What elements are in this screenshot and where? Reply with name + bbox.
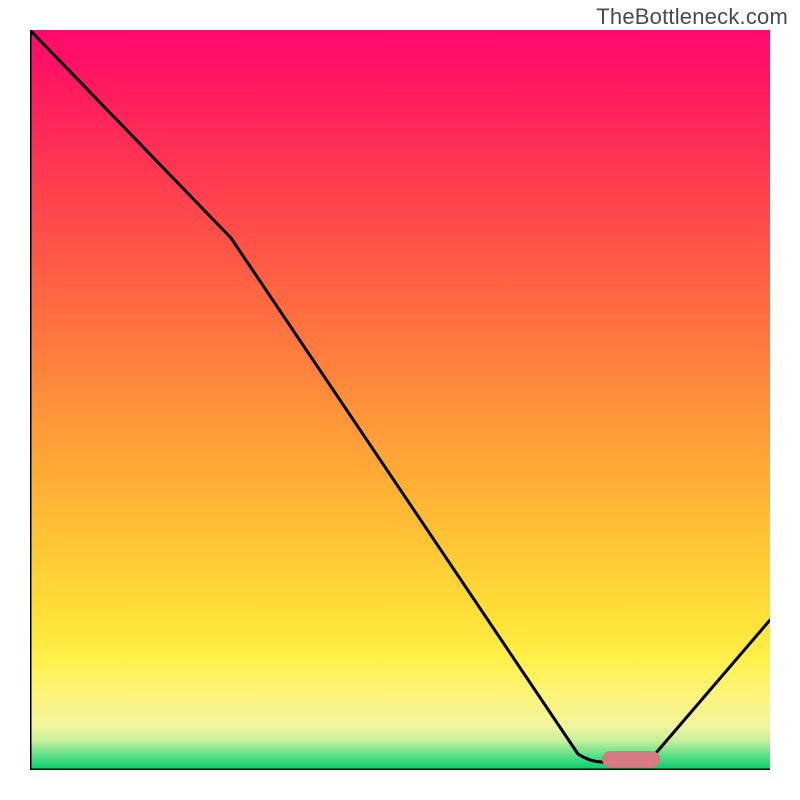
watermark-text: TheBottleneck.com (596, 4, 788, 30)
heat-gradient-background (30, 30, 770, 770)
chart-container: TheBottleneck.com (0, 0, 800, 800)
optimal-marker (602, 751, 660, 767)
plot-area (30, 30, 770, 770)
